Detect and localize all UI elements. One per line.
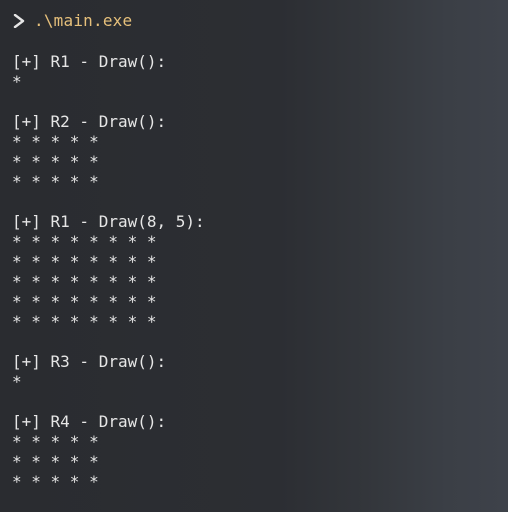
star-row: * * * * * — [12, 152, 99, 171]
star-row: * * * * * — [12, 172, 99, 191]
star-row: * — [12, 72, 22, 91]
terminal-window: .\main.exe [+] R1 - Draw(): * [+] R2 - Dra… — [0, 0, 508, 493]
star-row: * * * * * — [12, 472, 99, 491]
output-block: [+] R1 - Draw(8, 5): * * * * * * * * * * *… — [12, 212, 502, 332]
output-block: [+] R4 - Draw(): * * * * * * * * * * * * * … — [12, 412, 502, 492]
output-title: [+] R1 - Draw(8, 5): — [12, 212, 205, 231]
star-row: * * * * * — [12, 132, 99, 151]
star-row: * * * * * * * * — [12, 232, 157, 251]
prompt-line: .\main.exe — [12, 10, 132, 32]
output-title: [+] R4 - Draw(): — [12, 412, 167, 431]
output-block: [+] R2 - Draw(): * * * * * * * * * * * * * … — [12, 112, 502, 192]
star-row: * * * * * — [12, 452, 99, 471]
star-row: * — [12, 372, 22, 391]
output-title: [+] R2 - Draw(): — [12, 112, 167, 131]
terminal-output: [+] R1 - Draw(): * [+] R2 - Draw(): * * * *… — [12, 52, 502, 512]
star-row: * * * * * * * * — [12, 292, 157, 311]
star-row: * * * * * — [12, 432, 99, 451]
output-block: [+] R3 - Draw(): * — [12, 352, 502, 392]
star-row: * * * * * * * * — [12, 272, 157, 291]
star-row: * * * * * * * * — [12, 312, 157, 331]
output-title: [+] R1 - Draw(): — [12, 52, 167, 71]
output-title: [+] R3 - Draw(): — [12, 352, 167, 371]
output-block: [+] R1 - Draw(): * — [12, 52, 502, 92]
star-row: * * * * * * * * — [12, 252, 157, 271]
command-text: .\main.exe — [34, 11, 133, 30]
chevron-right-icon — [12, 10, 26, 32]
